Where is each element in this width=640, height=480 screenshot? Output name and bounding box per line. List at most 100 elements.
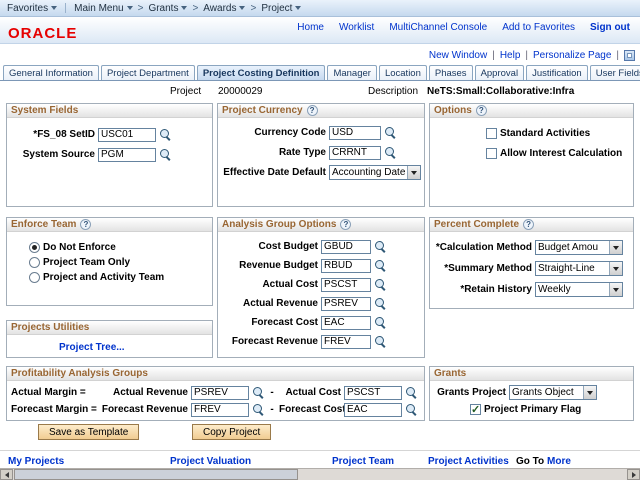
system-fields-groupbox: System Fields *FS_08 SetID System Source [6, 103, 213, 207]
project-tree-link[interactable]: Project Tree... [59, 342, 125, 353]
new-window-link[interactable]: New Window [429, 50, 487, 61]
system-source-input[interactable] [98, 148, 156, 162]
system-source-lookup-icon[interactable] [159, 148, 172, 161]
project-valuation-link[interactable]: Project Valuation [170, 456, 251, 467]
tab-project-costing-definition[interactable]: Project Costing Definition [197, 65, 326, 80]
setid-input[interactable] [98, 128, 156, 142]
grants-project-row: Grants Project Grants Object [434, 385, 629, 400]
standard-activities-checkbox[interactable] [486, 128, 497, 139]
home-link[interactable]: Home [297, 22, 324, 33]
system-source-label: System Source [11, 149, 95, 160]
forecast-revenue-lookup-icon[interactable] [374, 335, 387, 348]
tab-justification[interactable]: Justification [526, 65, 588, 80]
header-bar: ORACLE Home Worklist MultiChannel Consol… [0, 17, 640, 44]
tab-location[interactable]: Location [379, 65, 427, 80]
tab-approval[interactable]: Approval [475, 65, 525, 80]
setid-label: *FS_08 SetID [11, 129, 95, 140]
project-currency-title: Project Currency [222, 105, 303, 116]
forecast-revenue-input[interactable] [191, 403, 249, 417]
goto-label: Go To [516, 456, 544, 467]
scrollbar-thumb[interactable] [14, 469, 298, 480]
project-primary-flag-row: Project Primary Flag [470, 402, 629, 417]
allow-interest-calculation-checkbox[interactable] [486, 148, 497, 159]
percent-complete-header: Percent Complete? [430, 218, 633, 232]
help-icon[interactable]: ? [307, 105, 318, 116]
retain-history-value: Weekly [536, 284, 609, 295]
forecast-revenue-lookup-icon[interactable] [252, 403, 265, 416]
project-team-only-radio[interactable] [29, 257, 40, 268]
help-icon[interactable]: ? [476, 105, 487, 116]
calculation-method-select[interactable]: Budget Amou [535, 240, 623, 255]
add-to-favorites-link[interactable]: Add to Favorites [502, 22, 575, 33]
help-icon[interactable]: ? [523, 219, 534, 230]
cost-budget-input[interactable] [321, 240, 371, 254]
actual-cost-input[interactable] [344, 386, 402, 400]
forecast-cost-lookup-icon[interactable] [374, 316, 387, 329]
actual-margin-label: Actual Margin = [11, 387, 97, 398]
forecast-cost-input[interactable] [344, 403, 402, 417]
tab-project-department[interactable]: Project Department [101, 65, 195, 80]
project-primary-flag-checkbox[interactable] [470, 404, 481, 415]
forecast-revenue-input[interactable] [321, 335, 371, 349]
copy-project-button[interactable]: Copy Project [192, 424, 271, 440]
actual-revenue-input[interactable] [321, 297, 371, 311]
forecast-revenue-label: Forecast Revenue [222, 336, 318, 347]
cost-budget-lookup-icon[interactable] [374, 240, 387, 253]
project-team-link[interactable]: Project Team [332, 456, 394, 467]
actual-revenue-input[interactable] [191, 386, 249, 400]
percent-complete-groupbox: Percent Complete? *Calculation Method Bu… [429, 217, 634, 309]
multichannel-console-link[interactable]: MultiChannel Console [389, 22, 487, 33]
currency-code-input[interactable] [329, 126, 381, 140]
actual-cost-label: Actual Cost [222, 279, 318, 290]
breadcrumb-main-menu[interactable]: Main Menu [74, 3, 132, 14]
do-not-enforce-radio[interactable] [29, 242, 40, 253]
actual-cost-lookup-icon[interactable] [374, 278, 387, 291]
save-as-template-button[interactable]: Save as Template [38, 424, 139, 440]
my-projects-link[interactable]: My Projects [8, 456, 64, 467]
breadcrumb-project[interactable]: Project [261, 3, 301, 14]
rate-type-input[interactable] [329, 146, 381, 160]
project-activities-link[interactable]: Project Activities [428, 456, 509, 467]
footer-divider [0, 450, 640, 451]
actual-cost-lookup-icon[interactable] [405, 386, 418, 399]
revenue-budget-input[interactable] [321, 259, 371, 273]
breadcrumb-awards[interactable]: Awards [203, 3, 245, 14]
do-not-enforce-row: Do Not Enforce [29, 241, 208, 254]
tab-user-fields[interactable]: User Fields [590, 65, 640, 80]
personalize-page-link[interactable]: Personalize Page [533, 50, 611, 61]
forecast-cost-lookup-icon[interactable] [405, 403, 418, 416]
actual-revenue-lookup-icon[interactable] [252, 386, 265, 399]
personalize-layout-icon[interactable] [624, 50, 635, 61]
retain-history-select[interactable]: Weekly [535, 282, 623, 297]
revenue-budget-lookup-icon[interactable] [374, 259, 387, 272]
breadcrumb-favorites-label: Favorites [7, 3, 48, 14]
currency-code-lookup-icon[interactable] [384, 126, 397, 139]
standard-activities-row: Standard Activities [486, 126, 629, 141]
help-link[interactable]: Help [500, 50, 521, 61]
project-and-activity-team-radio[interactable] [29, 272, 40, 283]
actual-revenue-label: Actual Revenue [100, 387, 188, 398]
grants-project-select[interactable]: Grants Object [509, 385, 597, 400]
help-icon[interactable]: ? [80, 219, 91, 230]
summary-method-select[interactable]: Straight-Line [535, 261, 623, 276]
scroll-left-icon[interactable] [0, 469, 13, 480]
projects-utilities-header: Projects Utilities [7, 321, 212, 335]
breadcrumb-grants[interactable]: Grants [148, 3, 187, 14]
enforce-team-title: Enforce Team [11, 219, 76, 230]
setid-lookup-icon[interactable] [159, 128, 172, 141]
forecast-cost-input[interactable] [321, 316, 371, 330]
tab-manager[interactable]: Manager [327, 65, 377, 80]
rate-type-lookup-icon[interactable] [384, 146, 397, 159]
horizontal-scrollbar[interactable] [0, 468, 640, 480]
breadcrumb-favorites[interactable]: Favorites [7, 3, 57, 14]
goto-more-link[interactable]: More [547, 456, 571, 467]
effective-date-default-select[interactable]: Accounting Date [329, 165, 421, 180]
sign-out-link[interactable]: Sign out [590, 22, 630, 33]
help-icon[interactable]: ? [340, 219, 351, 230]
tab-general-information[interactable]: General Information [3, 65, 99, 80]
actual-cost-input[interactable] [321, 278, 371, 292]
actual-revenue-lookup-icon[interactable] [374, 297, 387, 310]
scroll-right-icon[interactable] [627, 469, 640, 480]
tab-phases[interactable]: Phases [429, 65, 473, 80]
worklist-link[interactable]: Worklist [339, 22, 374, 33]
